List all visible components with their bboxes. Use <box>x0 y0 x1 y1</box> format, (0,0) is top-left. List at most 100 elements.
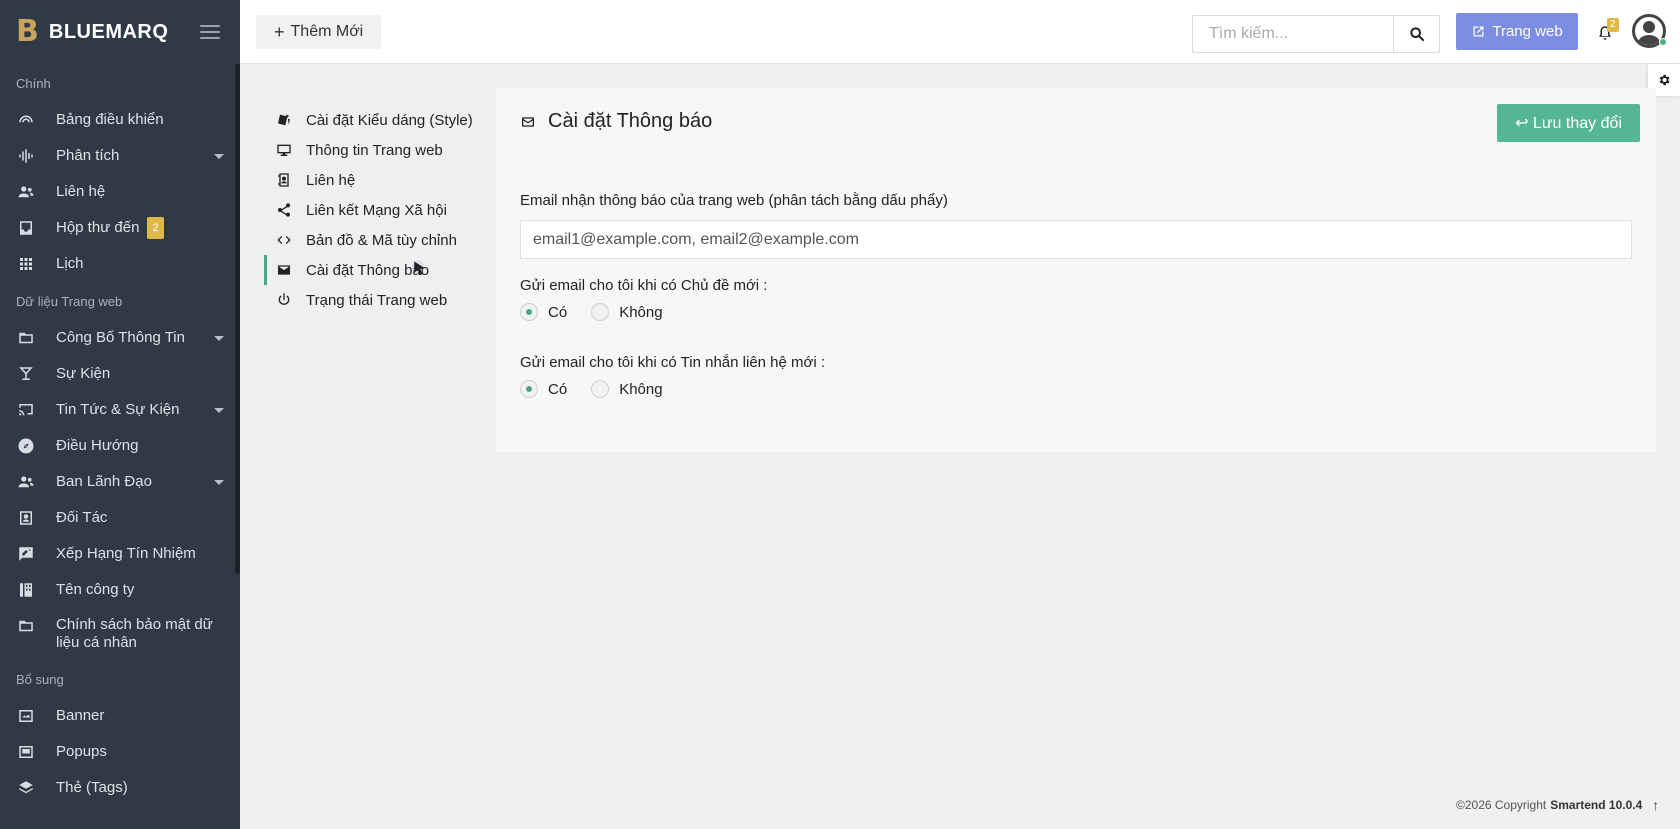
sidebar-item[interactable]: Tên công ty <box>0 572 240 608</box>
sidebar-item[interactable]: Banner <box>0 698 240 734</box>
brand-logo[interactable]: B <box>16 17 39 47</box>
chevron-down-icon <box>214 153 224 159</box>
footer: ©2026 Copyright Smartend 10.0.4 ↑ <box>1456 797 1659 813</box>
sidebar-item-text: Công Bố Thông Tin <box>56 329 185 346</box>
folder-icon <box>16 328 36 348</box>
settings-subnav: Cài đặt Kiểu dáng (Style) Thông tin Trang… <box>264 105 484 315</box>
sidebar-item-text: Popups <box>56 743 107 760</box>
subnav-item[interactable]: Cài đặt Kiểu dáng (Style) <box>264 105 484 135</box>
mail-icon <box>276 262 292 278</box>
radio-yes[interactable] <box>520 380 538 398</box>
subnav-item[interactable]: Thông tin Trang web <box>264 135 484 165</box>
subnav-item-label: Liên kết Mạng Xã hội <box>306 201 447 219</box>
contact-book-icon <box>276 172 292 188</box>
search-button[interactable] <box>1393 16 1439 52</box>
cast-icon <box>16 400 36 420</box>
sidebar-item-label: Popups <box>56 743 224 761</box>
sidebar-item-text: Ban Lãnh Đạo <box>56 473 152 490</box>
search-box <box>1192 15 1440 53</box>
menu-toggle-icon[interactable] <box>200 25 220 39</box>
email-field-label: Email nhận thông báo của trang web (phân… <box>520 192 948 209</box>
subnav-item[interactable]: Cài đặt Thông báo <box>264 255 484 285</box>
sidebar-item[interactable]: Sự Kiện <box>0 356 240 392</box>
monitor-icon <box>276 142 292 158</box>
sidebar-item[interactable]: Phân tích <box>0 138 240 174</box>
sidebar-item-label: Liên hệ <box>56 183 224 201</box>
inbox-count-badge: 2 <box>147 217 164 239</box>
sidebar-item[interactable]: Tin Tức & Sự Kiện <box>0 392 240 428</box>
sidebar-item-label: Bảng điều khiển <box>56 111 224 129</box>
search-icon <box>1409 27 1424 41</box>
sidebar-item[interactable]: Công Bố Thông Tin <box>0 320 240 356</box>
sidebar-item-label: Xếp Hạng Tín Nhiệm <box>56 545 224 563</box>
sidebar-section-title: Bổ sung <box>16 672 64 687</box>
option-label: Có <box>548 380 568 398</box>
sidebar-item[interactable]: Liên hệ <box>0 174 240 210</box>
tag-icon <box>16 778 36 798</box>
sidebar-item[interactable]: Đối Tác <box>0 500 240 536</box>
notifications-button[interactable]: 2 <box>1594 18 1619 44</box>
radio-no[interactable] <box>591 303 610 321</box>
sidebar-item[interactable]: Hộp thư đến 2 <box>0 210 240 246</box>
calendar-icon <box>16 254 36 274</box>
subnav-item[interactable]: Trạng thái Trang web <box>264 285 484 315</box>
share-icon <box>276 202 292 218</box>
sidebar-item-text: Tên công ty <box>56 581 135 598</box>
compass-icon <box>16 436 36 456</box>
sidebar-menu: Chính Bảng điều khiển Phân tích Liên hệ Hộp … <box>0 66 240 806</box>
topbar: + Thêm Mới Trang web 2 <box>240 0 1680 64</box>
sidebar-item[interactable]: Điều Hướng <box>0 428 240 464</box>
dashboard-icon <box>16 110 36 130</box>
popup-icon <box>16 742 36 762</box>
sidebar-item[interactable]: Bảng điều khiển <box>0 102 240 138</box>
topic-notify-yes[interactable]: Có <box>520 303 567 321</box>
save-changes-button[interactable]: ↩ Lưu thay đổi <box>1497 104 1640 142</box>
subnav-item-label: Liên hệ <box>306 171 356 189</box>
sidebar-item-label: Banner <box>56 707 224 725</box>
sidebar-item-label: Lịch <box>56 255 224 273</box>
brand-name[interactable]: BLUEMARQ <box>49 21 200 44</box>
brand: B BLUEMARQ <box>0 0 240 64</box>
sidebar-item-label: Hộp thư đến 2 <box>56 217 224 239</box>
sidebar-item[interactable]: Lịch <box>0 246 240 282</box>
scroll-top-icon[interactable]: ↑ <box>1652 797 1659 813</box>
message-notify-yes[interactable]: Có <box>520 380 567 398</box>
subnav-item[interactable]: Bản đồ & Mã tùy chỉnh <box>264 225 484 255</box>
sidebar-item-label: Công Bố Thông Tin <box>56 329 214 347</box>
search-input[interactable] <box>1193 16 1393 52</box>
radio-yes[interactable] <box>520 303 538 321</box>
power-icon <box>276 292 292 308</box>
option-label: Có <box>548 303 568 321</box>
external-link-icon <box>1473 26 1484 37</box>
sidebar-item[interactable]: Xếp Hạng Tín Nhiệm <box>0 536 240 572</box>
message-notify-no[interactable]: Không <box>591 380 663 398</box>
add-new-button[interactable]: + Thêm Mới <box>256 15 382 49</box>
notification-email-field[interactable] <box>520 220 1632 259</box>
sidebar-item-text: Lịch <box>56 255 84 272</box>
chevron-down-icon <box>214 407 224 413</box>
banner-icon <box>16 706 36 726</box>
sidebar-scrollbar[interactable] <box>235 64 240 574</box>
product-version: Smartend 10.0.4 <box>1550 798 1643 812</box>
subnav-item[interactable]: Liên kết Mạng Xã hội <box>264 195 484 225</box>
sidebar-item[interactable]: Ban Lãnh Đạo <box>0 464 240 500</box>
contact-card-icon <box>16 508 36 528</box>
website-button[interactable]: Trang web <box>1456 13 1578 50</box>
notification-settings-card: Cài đặt Thông báo ↩ Lưu thay đổi Email n… <box>496 88 1656 452</box>
sidebar-item-label: Sự Kiện <box>56 365 224 383</box>
sidebar-item[interactable]: Popups <box>0 734 240 770</box>
subnav-item-label: Trạng thái Trang web <box>306 291 448 309</box>
chevron-down-icon <box>214 479 224 485</box>
notification-count-badge: 2 <box>1607 18 1619 32</box>
radio-no[interactable] <box>591 380 610 398</box>
sidebar-item[interactable]: Chính sách bảo mật dữ liệu cá nhân <box>0 608 240 660</box>
subnav-item[interactable]: Liên hệ <box>264 165 484 195</box>
topic-notify-no[interactable]: Không <box>591 303 663 321</box>
sidebar-item-text: Đối Tác <box>56 509 108 526</box>
sidebar-item-label: Phân tích <box>56 147 214 165</box>
add-new-label: Thêm Mới <box>290 23 364 40</box>
cocktail-icon <box>16 364 36 384</box>
subnav-item-label: Bản đồ & Mã tùy chỉnh <box>306 231 457 249</box>
sidebar-item[interactable]: Thẻ (Tags) <box>0 770 240 806</box>
sidebar-item-label: Ban Lãnh Đạo <box>56 473 214 491</box>
